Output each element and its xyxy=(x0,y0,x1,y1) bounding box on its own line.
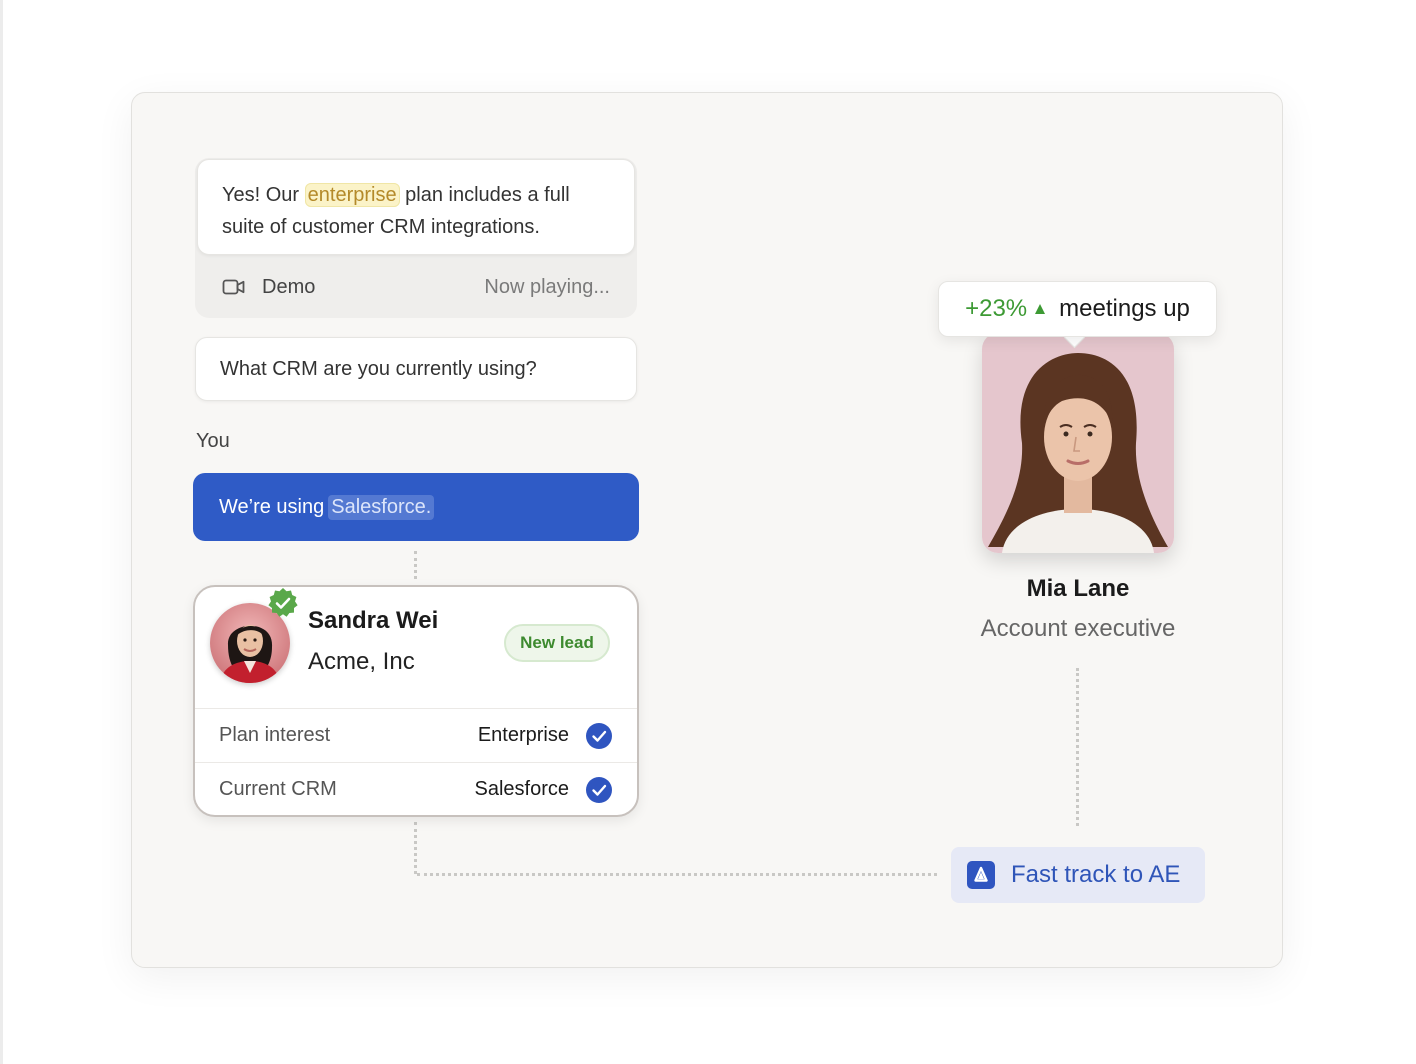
keyword-highlight: enterprise xyxy=(304,183,400,207)
fast-track-label: Fast track to AE xyxy=(1011,861,1181,888)
check-circle-icon xyxy=(585,776,613,804)
connector-dots xyxy=(414,822,417,874)
question-message: What CRM are you currently using? xyxy=(195,337,637,401)
status-badge: New lead xyxy=(504,624,610,662)
user-label: You xyxy=(196,430,230,452)
question-text: What CRM are you currently using? xyxy=(220,357,537,380)
row-label: Plan interest xyxy=(219,724,331,746)
connector-dots xyxy=(417,873,937,876)
rep-name: Mia Lane xyxy=(1026,575,1130,602)
user-message: We’re using Salesforce. xyxy=(193,473,639,541)
check-circle-icon xyxy=(585,722,613,750)
stat-value: +23% xyxy=(965,295,1028,322)
window-edge xyxy=(0,0,3,1064)
demo-label: Demo xyxy=(262,275,316,298)
verified-badge-icon xyxy=(266,586,300,620)
user-message-prefix: We’re using xyxy=(219,495,325,518)
row-label: Current CRM xyxy=(219,778,337,800)
lead-row-crm: Current CRM Salesforce xyxy=(195,762,637,816)
row-value: Enterprise xyxy=(477,724,569,746)
fast-track-icon xyxy=(967,861,995,889)
meetings-stat: +23% meetings up xyxy=(938,281,1217,337)
rep-photo xyxy=(982,333,1174,553)
bot-message: Yes! Our enterprise plan includes a full… xyxy=(197,159,635,255)
connector-dots xyxy=(1076,668,1079,826)
connector-dots xyxy=(414,551,417,579)
arrow-up-icon xyxy=(1033,302,1047,316)
lead-name: Sandra Wei xyxy=(308,607,439,634)
bot-message-prefix: Yes! Our xyxy=(222,184,300,206)
lead-company: Acme, Inc xyxy=(308,648,415,675)
stat-label: meetings up xyxy=(1059,295,1190,322)
lead-row-plan: Plan interest Enterprise xyxy=(195,708,637,762)
keyword-highlight-blue: Salesforce. xyxy=(328,494,435,520)
demo-status: Now playing... xyxy=(484,275,610,298)
rep-role: Account executive xyxy=(980,615,1176,642)
fast-track-button[interactable]: Fast track to AE xyxy=(951,847,1205,903)
demo-attachment[interactable]: Demo Now playing... xyxy=(197,262,635,312)
row-value: Salesforce xyxy=(474,778,570,800)
video-icon xyxy=(222,277,246,297)
